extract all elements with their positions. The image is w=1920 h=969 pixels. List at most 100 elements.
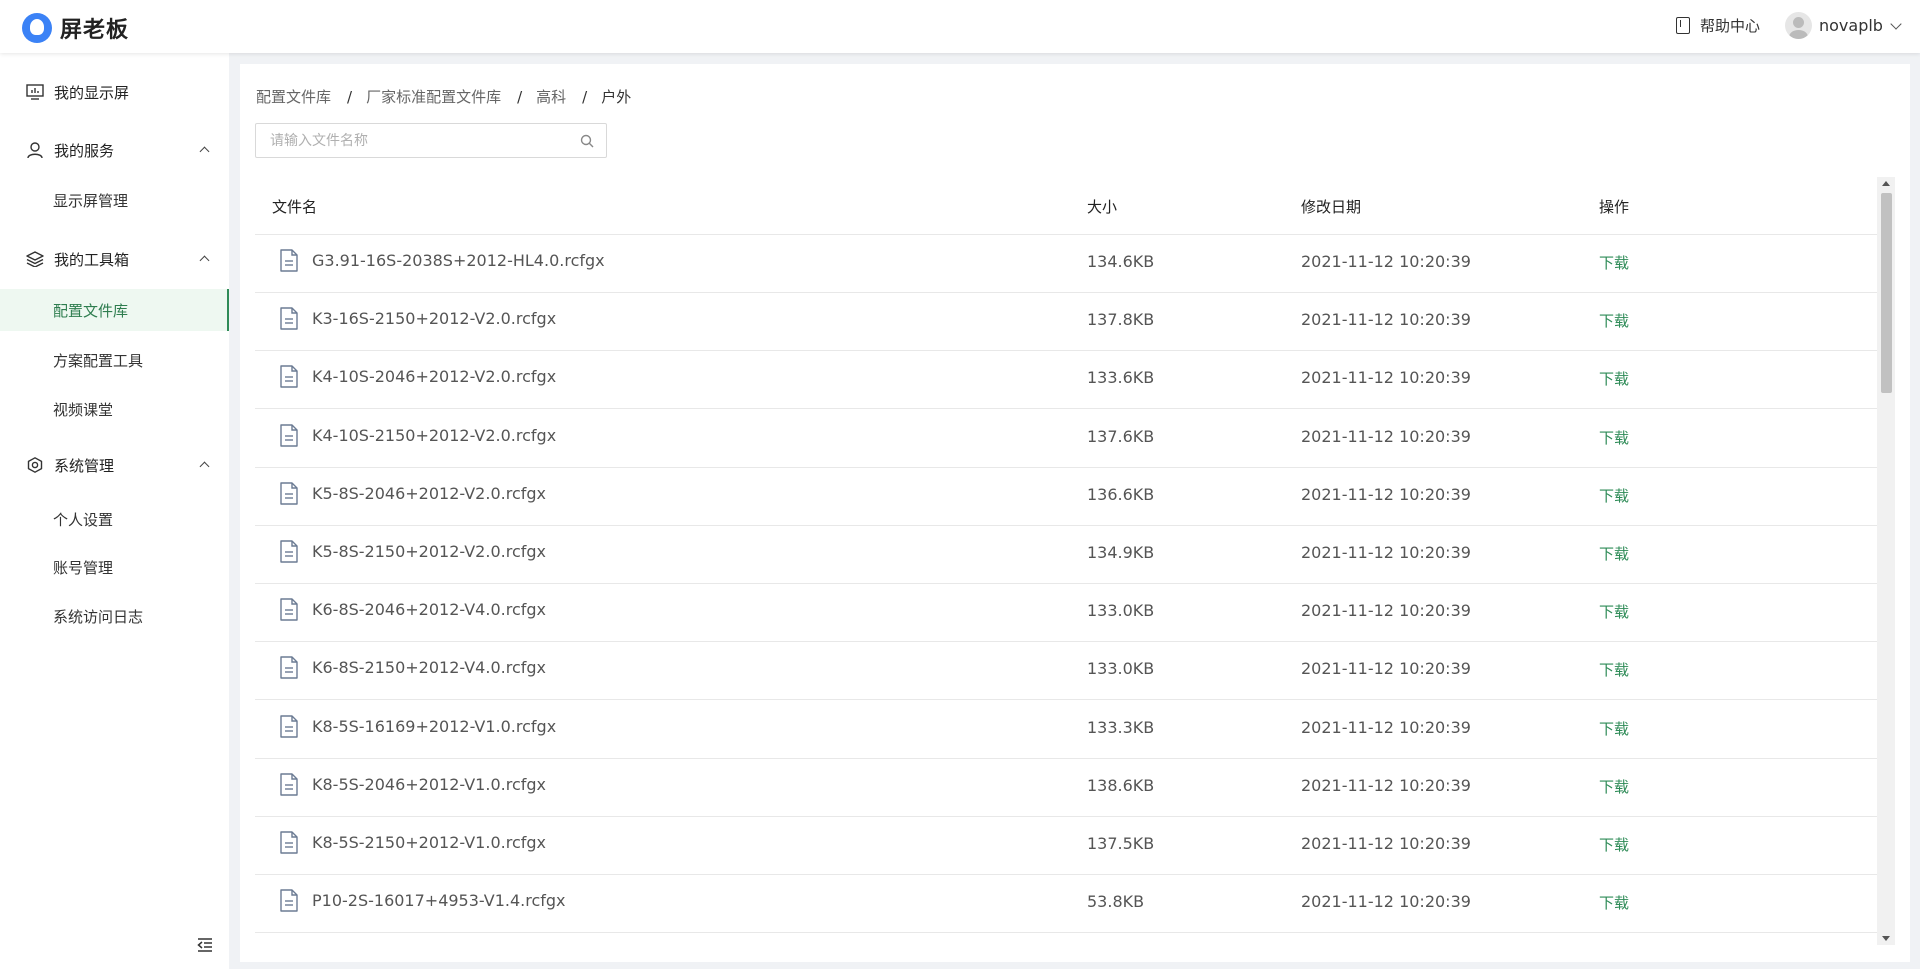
logo[interactable]: 屏老板 xyxy=(22,12,129,44)
file-modified-date: 2021-11-12 10:20:39 xyxy=(1301,834,1471,853)
file-size: 137.8KB xyxy=(1087,310,1155,330)
breadcrumb-current: 户外 xyxy=(601,88,632,106)
sidebar-item-label: 配置文件库 xyxy=(53,301,129,320)
download-link[interactable]: 下载 xyxy=(1599,776,1629,797)
file-modified-date: 2021-11-12 10:20:39 xyxy=(1301,252,1471,271)
file-name: K6-8S-2046+2012-V4.0.rcfgx xyxy=(312,600,546,620)
scrollbar-thumb[interactable] xyxy=(1881,193,1892,393)
search-box xyxy=(255,123,607,158)
sidebar-group-label: 我的工具箱 xyxy=(54,251,130,269)
book-icon xyxy=(1676,17,1690,34)
table-row: K6-8S-2046+2012-V4.0.rcfgx 133.0KB 2021-11… xyxy=(255,584,1878,643)
download-link[interactable]: 下载 xyxy=(1599,252,1629,273)
download-link[interactable]: 下载 xyxy=(1599,834,1629,855)
file-name: K8-5S-2046+2012-V1.0.rcfgx xyxy=(312,774,546,794)
chevron-up-icon xyxy=(199,146,210,157)
help-center-label: 帮助中心 xyxy=(1700,17,1761,35)
monitor-icon xyxy=(26,84,44,100)
file-size: 133.3KB xyxy=(1087,717,1155,737)
download-link[interactable]: 下载 xyxy=(1599,543,1629,564)
sidebar-item-label: 显示屏管理 xyxy=(53,191,129,210)
search-icon[interactable] xyxy=(580,134,594,148)
file-size: 133.6KB xyxy=(1087,368,1155,388)
chevron-up-icon xyxy=(199,255,210,266)
scrollbar[interactable] xyxy=(1877,177,1895,945)
column-header-action: 操作 xyxy=(1599,198,1630,216)
avatar xyxy=(1785,12,1812,39)
sidebar-item-account-management[interactable]: 账号管理 xyxy=(0,546,229,588)
file-modified-date: 2021-11-12 10:20:39 xyxy=(1301,368,1471,388)
file-icon xyxy=(280,365,298,389)
gear-icon xyxy=(27,457,43,473)
file-modified-date: 2021-11-12 10:20:39 xyxy=(1301,310,1471,330)
file-size: 137.5KB xyxy=(1087,834,1155,853)
file-name: K5-8S-2150+2012-V2.0.rcfgx xyxy=(312,542,546,561)
chevron-down-icon xyxy=(1890,17,1902,30)
file-modified-date: 2021-11-12 10:20:39 xyxy=(1301,892,1471,912)
scroll-down-arrow-icon[interactable] xyxy=(1882,936,1890,941)
file-size: 134.6KB xyxy=(1087,252,1155,271)
sidebar-group-my-services[interactable]: 我的服务 xyxy=(0,138,229,162)
download-link[interactable]: 下载 xyxy=(1599,310,1629,331)
download-link[interactable]: 下载 xyxy=(1599,485,1629,506)
file-modified-date: 2021-11-12 10:20:39 xyxy=(1301,601,1471,621)
scroll-up-arrow-icon[interactable] xyxy=(1882,181,1890,186)
file-name: K4-10S-2046+2012-V2.0.rcfgx xyxy=(312,367,557,387)
layers-icon xyxy=(26,251,44,267)
sidebar-group-toolbox[interactable]: 我的工具箱 xyxy=(0,247,229,271)
file-size: 136.6KB xyxy=(1087,484,1155,504)
user-name: novaplb xyxy=(1819,16,1883,35)
sidebar-group-label: 我的服务 xyxy=(54,142,115,160)
file-name: P10-2S-16017+4953-V1.4.rcfgx xyxy=(312,891,566,911)
file-icon xyxy=(280,889,298,912)
sidebar-item-label: 我的显示屏 xyxy=(54,84,130,102)
download-link[interactable]: 下载 xyxy=(1599,368,1629,389)
file-icon xyxy=(280,656,298,680)
sidebar-item-plan-config-tool[interactable]: 方案配置工具 xyxy=(0,339,229,381)
file-table: 文件名 大小 修改日期 操作 G3.91-16S-2038S+2012-HL4.… xyxy=(255,177,1878,939)
breadcrumb-item[interactable]: 厂家标准配置文件库 xyxy=(366,86,501,107)
sidebar-item-config-library[interactable]: 配置文件库 xyxy=(0,289,229,331)
table-row: K8-5S-16169+2012-V1.0.rcfgx 133.3KB 2021-1… xyxy=(255,701,1878,759)
sidebar-item-personal-settings[interactable]: 个人设置 xyxy=(0,498,229,540)
breadcrumb: 配置文件库 / 厂家标准配置文件库 / 高科 / 户外 xyxy=(256,86,631,107)
file-name: K6-8S-2150+2012-V4.0.rcfgx xyxy=(312,658,546,678)
download-link[interactable]: 下载 xyxy=(1599,427,1629,448)
breadcrumb-separator: / xyxy=(582,87,588,106)
file-modified-date: 2021-11-12 10:20:39 xyxy=(1301,659,1471,679)
file-size: 133.0KB xyxy=(1087,601,1155,621)
column-header-size: 大小 xyxy=(1087,198,1118,216)
file-modified-date: 2021-11-12 10:20:39 xyxy=(1301,717,1471,737)
table-row: G3.91-16S-2038S+2012-HL4.0.rcfgx 134.6KB 2… xyxy=(255,235,1878,293)
sidebar-item-my-screens[interactable]: 我的显示屏 xyxy=(0,80,229,104)
file-size: 138.6KB xyxy=(1087,775,1155,795)
download-link[interactable]: 下载 xyxy=(1599,718,1629,739)
user-icon xyxy=(27,142,43,158)
search-input[interactable] xyxy=(256,124,576,157)
sidebar-group-system[interactable]: 系统管理 xyxy=(0,453,229,477)
breadcrumb-separator: / xyxy=(347,87,353,106)
file-modified-date: 2021-11-12 10:20:39 xyxy=(1301,426,1471,446)
sidebar-item-screen-management[interactable]: 显示屏管理 xyxy=(0,179,229,221)
collapse-sidebar-icon[interactable] xyxy=(197,938,213,952)
file-icon xyxy=(280,773,298,796)
download-link[interactable]: 下载 xyxy=(1599,892,1629,913)
file-name: K5-8S-2046+2012-V2.0.rcfgx xyxy=(312,483,546,503)
help-center-link[interactable]: 帮助中心 xyxy=(1676,15,1760,36)
sidebar-item-label: 账号管理 xyxy=(53,558,114,577)
user-menu[interactable]: novaplb xyxy=(1785,12,1902,39)
file-modified-date: 2021-11-12 10:20:39 xyxy=(1301,484,1471,504)
sidebar-item-access-log[interactable]: 系统访问日志 xyxy=(0,595,229,637)
file-name: G3.91-16S-2038S+2012-HL4.0.rcfgx xyxy=(312,251,605,270)
table-row: K3-16S-2150+2012-V2.0.rcfgx 137.8KB 2021-1… xyxy=(255,293,1878,352)
sidebar-item-video-class[interactable]: 视频课堂 xyxy=(0,388,229,430)
column-header-date: 修改日期 xyxy=(1301,198,1362,216)
table-row: K8-5S-2150+2012-V1.0.rcfgx 137.5KB 2021-11… xyxy=(255,817,1878,875)
breadcrumb-item[interactable]: 配置文件库 xyxy=(256,86,331,107)
file-icon xyxy=(280,307,298,330)
breadcrumb-item[interactable]: 高科 xyxy=(536,86,566,107)
breadcrumb-separator: / xyxy=(517,87,523,106)
table-row: P10-2S-16017+4953-V1.4.rcfgx 53.8KB 2021-1… xyxy=(255,875,1878,934)
download-link[interactable]: 下载 xyxy=(1599,659,1629,680)
download-link[interactable]: 下载 xyxy=(1599,601,1629,622)
